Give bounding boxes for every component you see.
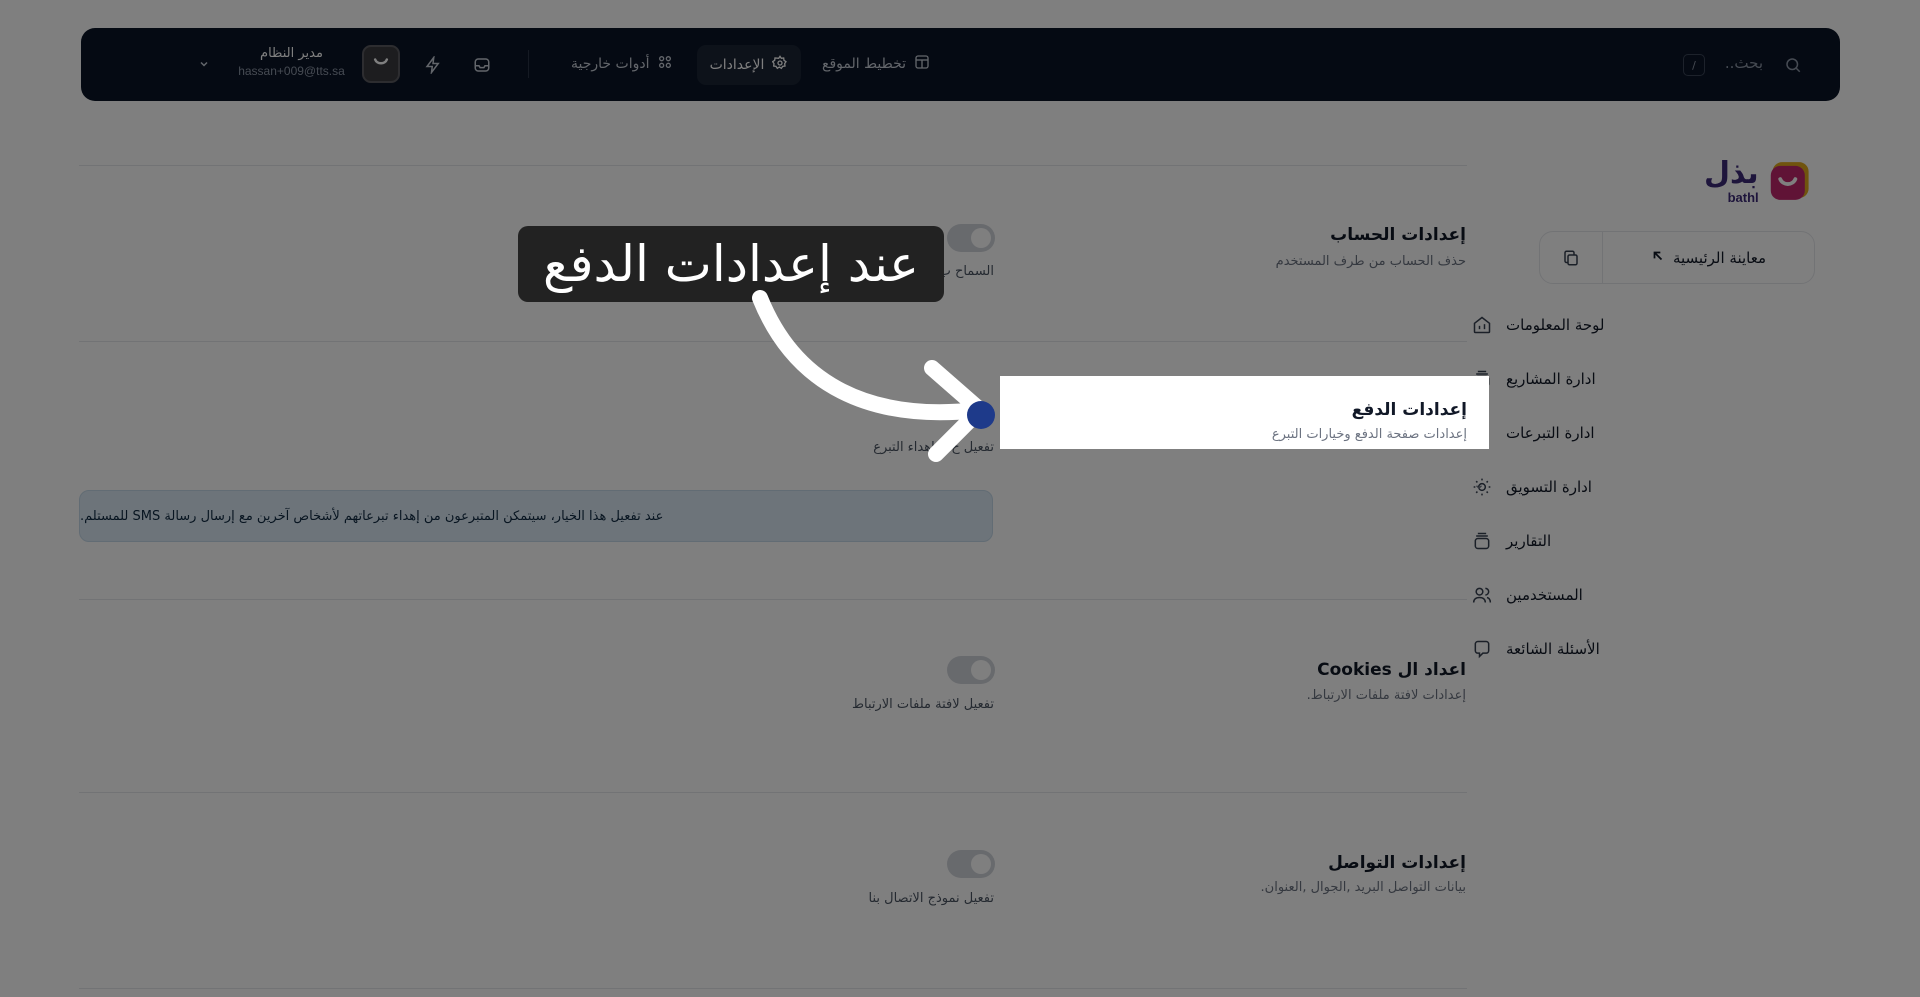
gift-donation-info-alert: عند تفعيل هذا الخيار، سيتمكن المتبرعون م… bbox=[79, 490, 993, 542]
payment-settings-description: إعدادات صفحة الدفع وخيارات التبرع bbox=[1271, 427, 1467, 442]
sidebar-item-marketing[interactable]: ادارة التسويق bbox=[1470, 470, 1800, 504]
nav-site-layout-label: تخطيط الموقع bbox=[822, 56, 907, 72]
section-divider bbox=[79, 792, 1467, 793]
stack-icon bbox=[1470, 529, 1494, 553]
tutorial-arrow-icon bbox=[752, 290, 988, 462]
section-divider bbox=[79, 165, 1467, 166]
cookie-banner-toggle-label: تفعيل لافتة ملفات الارتباط bbox=[851, 697, 994, 712]
inbox-icon[interactable] bbox=[470, 53, 494, 77]
user-email: hassan+009@tts.sa bbox=[238, 64, 345, 78]
avatar[interactable] bbox=[362, 45, 400, 83]
sidebar-item-users[interactable]: المستخدمين bbox=[1470, 578, 1800, 612]
account-settings-description: حذف الحساب من طرف المستخدم bbox=[1275, 254, 1466, 269]
preview-home-label: معاينة الرئيسية bbox=[1672, 248, 1767, 267]
account-settings-title: إعدادات الحساب bbox=[1330, 225, 1466, 245]
cookies-settings-description: إعدادات لافتة ملفات الارتباط. bbox=[1306, 688, 1466, 703]
tutorial-callout-text: عند إعدادات الدفع bbox=[543, 235, 919, 293]
users-icon bbox=[1470, 583, 1494, 607]
faq-icon bbox=[1470, 637, 1494, 661]
sidebar-item-label: الأسئلة الشائعة bbox=[1506, 640, 1600, 658]
logo[interactable]: بذل bathl bbox=[1704, 152, 1812, 210]
contact-settings-title: إعدادات التواصل bbox=[1328, 853, 1466, 873]
topbar-divider bbox=[528, 50, 529, 78]
nav-settings-label: الإعدادات bbox=[709, 57, 765, 73]
user-name: مدير النظام bbox=[260, 46, 323, 61]
sidebar-item-label: ادارة المشاريع bbox=[1506, 370, 1596, 388]
smile-icon bbox=[371, 52, 391, 76]
home-icon bbox=[1470, 313, 1494, 337]
apps-icon bbox=[657, 54, 673, 74]
gift-donation-toggle[interactable] bbox=[967, 401, 995, 429]
preview-home-bar: معاينة الرئيسية bbox=[1539, 231, 1815, 284]
section-divider bbox=[79, 599, 1467, 600]
contact-form-toggle-label: تفعيل نموذج الاتصال بنا bbox=[868, 891, 995, 906]
cookie-banner-toggle[interactable] bbox=[947, 656, 995, 684]
bolt-icon[interactable] bbox=[421, 53, 445, 77]
preview-home-button[interactable]: معاينة الرئيسية bbox=[1603, 232, 1814, 283]
layout-icon bbox=[914, 54, 930, 74]
nav-settings[interactable]: الإعدادات bbox=[697, 45, 801, 85]
account-deletion-toggle[interactable] bbox=[947, 224, 995, 252]
payment-settings-spotlight[interactable]: إعدادات الدفع إعدادات صفحة الدفع وخيارات… bbox=[1000, 376, 1489, 449]
payment-settings-title: إعدادات الدفع bbox=[1351, 400, 1467, 420]
arrow-up-left-icon bbox=[1651, 249, 1665, 267]
search-icon[interactable] bbox=[1784, 54, 1806, 76]
contact-form-toggle[interactable] bbox=[947, 850, 995, 878]
sidebar-item-label: التقارير bbox=[1506, 532, 1552, 550]
chevron-down-icon[interactable] bbox=[1470, 478, 1488, 496]
sidebar-item-donations[interactable]: ادارة التبرعات bbox=[1470, 416, 1800, 450]
logo-arabic: بذل bbox=[1704, 155, 1759, 191]
account-deletion-toggle-label: السماح ب bbox=[938, 264, 994, 279]
logo-wordmark: بذل bathl bbox=[1704, 155, 1759, 205]
search-shortcut-badge: / bbox=[1683, 54, 1705, 76]
gift-donation-info-text: عند تفعيل هذا الخيار، سيتمكن المتبرعون م… bbox=[80, 508, 664, 524]
contact-settings-description: بيانات التواصل البريد ,الجوال ,العنوان. bbox=[1260, 880, 1466, 895]
logo-latin: bathl bbox=[1727, 189, 1759, 205]
nav-external-tools-label: أدوات خارجية bbox=[571, 56, 650, 72]
user-info[interactable]: مدير النظام hassan+009@tts.sa bbox=[229, 46, 354, 78]
sidebar-item-label: المستخدمين bbox=[1506, 586, 1583, 604]
top-navbar: بحث.. / تخطيط الموقع الإعدادات أدوات خار… bbox=[81, 28, 1840, 101]
sidebar-item-label: ادارة التبرعات bbox=[1506, 424, 1595, 442]
logo-mark-icon bbox=[1770, 162, 1809, 200]
nav-site-layout[interactable]: تخطيط الموقع bbox=[822, 54, 930, 74]
sidebar-item-faq[interactable]: الأسئلة الشائعة bbox=[1470, 632, 1800, 666]
chevron-down-icon[interactable] bbox=[195, 55, 213, 73]
copy-icon[interactable] bbox=[1540, 232, 1603, 283]
sidebar-item-label: ادارة التسويق bbox=[1506, 478, 1592, 496]
gear-icon bbox=[772, 55, 788, 75]
search-input[interactable]: بحث.. bbox=[1725, 54, 1763, 72]
cookies-settings-title: اعداد ال Cookies bbox=[1317, 660, 1466, 680]
nav-external-tools[interactable]: أدوات خارجية bbox=[571, 54, 673, 74]
sidebar-item-projects[interactable]: ادارة المشاريع bbox=[1470, 362, 1800, 396]
sidebar-item-dashboard[interactable]: لوحة المعلومات bbox=[1470, 308, 1800, 342]
sidebar-item-reports[interactable]: التقارير bbox=[1470, 524, 1800, 558]
section-divider bbox=[79, 988, 1467, 989]
sidebar-item-label: لوحة المعلومات bbox=[1506, 316, 1605, 334]
